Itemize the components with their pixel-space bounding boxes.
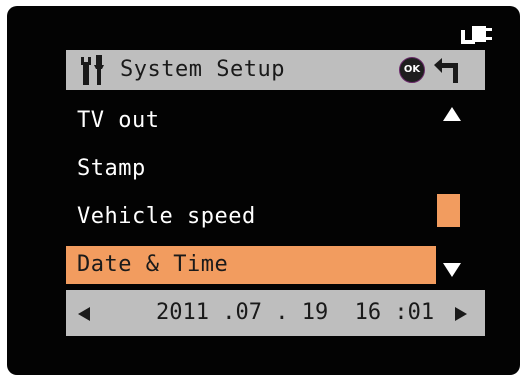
ok-button[interactable]: OK	[399, 57, 425, 83]
datetime-value: 2011 .07 . 19 16 :01	[156, 300, 435, 325]
datetime-value-bar[interactable]: 2011 .07 . 19 16 :01	[66, 290, 485, 336]
menu-item-stamp[interactable]: Stamp	[66, 150, 436, 188]
page-title: System Setup	[120, 57, 285, 82]
triangle-up-icon[interactable]	[443, 107, 461, 121]
triangle-right-icon[interactable]	[455, 307, 467, 321]
menu-item-vehicle-speed[interactable]: Vehicle speed	[66, 198, 436, 236]
tools-icon	[81, 55, 104, 85]
device-screen: System Setup OK TV out Stamp Vehicle spe…	[7, 6, 520, 375]
scrollbar-thumb[interactable]	[437, 194, 460, 227]
menu-item-date-time[interactable]: Date & Time	[66, 246, 436, 284]
power-plug-icon	[461, 26, 492, 44]
triangle-left-icon[interactable]	[78, 307, 90, 321]
back-arrow-icon[interactable]	[432, 57, 464, 85]
menu-item-tv-out[interactable]: TV out	[66, 102, 436, 140]
triangle-down-icon[interactable]	[443, 263, 461, 277]
menu-header: System Setup OK	[66, 50, 485, 90]
